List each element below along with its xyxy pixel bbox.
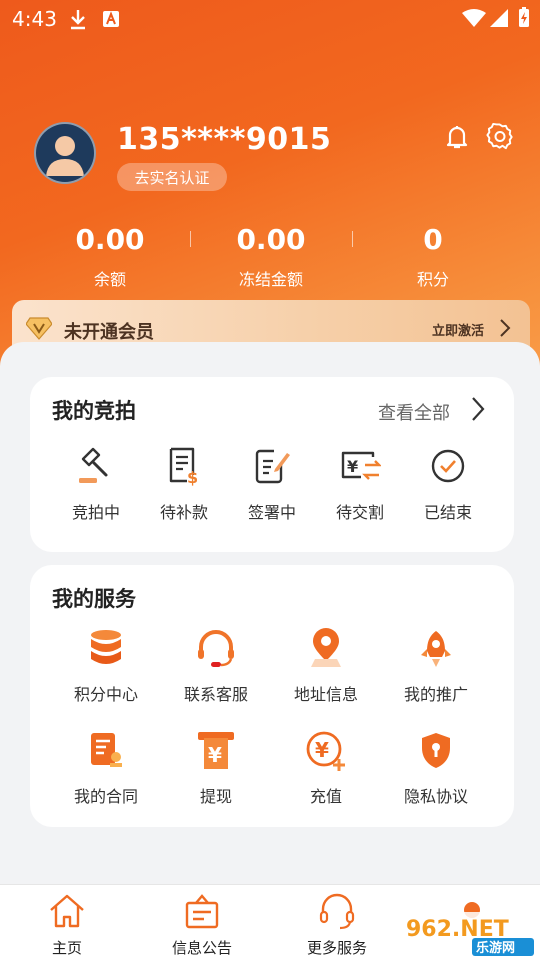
svg-text:$: $ xyxy=(187,468,198,487)
recharge-icon: ¥ xyxy=(306,731,345,771)
auction-ended[interactable]: 已结束 xyxy=(398,445,498,523)
contract-icon xyxy=(91,733,122,767)
content-sheet: 我的竞拍 查看全部 竞拍中 $ 待补款 签署中 ¥ 待交割 已结束 我的服务 积… xyxy=(0,342,540,902)
avatar[interactable] xyxy=(34,122,96,184)
auction-pending-payment[interactable]: $ 待补款 xyxy=(134,445,234,523)
status-time: 4:43 xyxy=(12,7,57,31)
my-services-card: 我的服务 积分中心 联系客服 地址信息 我的推广 我的合同 ¥ 提现 ¥ 充值 … xyxy=(30,565,514,827)
auction-bidding[interactable]: 竞拍中 xyxy=(46,445,146,523)
points-label: 积分 xyxy=(416,270,449,289)
bell-icon[interactable] xyxy=(442,122,472,152)
stat-frozen[interactable]: 0.00 冻结金额 xyxy=(191,222,351,290)
yen-exchange-icon: ¥ xyxy=(341,451,381,480)
signal-icon xyxy=(490,9,508,27)
auction-pending-payment-label: 待补款 xyxy=(159,503,208,522)
my-auctions-card: 我的竞拍 查看全部 竞拍中 $ 待补款 签署中 ¥ 待交割 已结束 xyxy=(30,377,514,552)
tab-announcements-label: 信息公告 xyxy=(171,939,232,957)
tab-more-services-label: 更多服务 xyxy=(306,939,367,957)
service-withdraw[interactable]: ¥ 提现 xyxy=(166,729,266,807)
notice-icon xyxy=(185,894,219,929)
chevron-right-icon xyxy=(500,319,511,337)
location-pin-icon xyxy=(311,628,341,667)
auction-bidding-label: 竞拍中 xyxy=(71,503,120,522)
battery-charging-icon xyxy=(519,7,529,27)
auction-ended-label: 已结束 xyxy=(423,503,472,522)
service-withdraw-label: 提现 xyxy=(199,787,232,806)
balance-label: 余额 xyxy=(93,270,126,289)
view-all-link[interactable]: 查看全部 xyxy=(378,399,450,425)
service-recharge-label: 充值 xyxy=(309,787,342,806)
watermark-sub: 乐游网 xyxy=(476,940,515,956)
wifi-icon xyxy=(462,9,486,27)
service-contracts[interactable]: 我的合同 xyxy=(56,729,156,807)
service-points-center-label: 积分中心 xyxy=(73,685,138,704)
activate-membership-link[interactable]: 立即激活 xyxy=(432,320,484,339)
check-circle-icon xyxy=(431,449,465,483)
profile-screen: 4:43 135****9015 去实名认证 0.00 余额 0.00 冻结金额… xyxy=(0,0,540,960)
stat-points[interactable]: 0 积分 xyxy=(353,222,513,290)
vip-diamond-icon xyxy=(26,317,52,340)
tab-home-label: 主页 xyxy=(51,939,82,957)
service-promotion-label: 我的推广 xyxy=(403,685,468,704)
headset-icon xyxy=(198,630,234,667)
auction-pending-delivery-label: 待交割 xyxy=(335,503,384,522)
tab-home[interactable]: 主页 xyxy=(17,891,117,958)
user-phone: 135****9015 xyxy=(117,122,332,157)
service-promotion[interactable]: 我的推广 xyxy=(386,627,486,705)
my-services-title: 我的服务 xyxy=(52,587,136,611)
headset-icon xyxy=(319,893,355,930)
service-contracts-label: 我的合同 xyxy=(73,787,138,806)
service-points-center[interactable]: 积分中心 xyxy=(56,627,156,705)
privacy-shield-icon xyxy=(422,733,450,768)
tab-announcements[interactable]: 信息公告 xyxy=(152,891,252,958)
home-icon xyxy=(50,894,84,928)
points-value: 0 xyxy=(423,223,443,256)
service-address-label: 地址信息 xyxy=(293,685,358,704)
gear-icon[interactable] xyxy=(485,122,515,152)
status-bar: 4:43 xyxy=(0,0,540,36)
rocket-icon xyxy=(421,631,451,667)
download-icon xyxy=(71,10,85,30)
user-avatar-icon xyxy=(46,136,84,176)
app-notification-icon xyxy=(103,11,119,27)
svg-text:¥: ¥ xyxy=(347,457,358,476)
svg-text:¥: ¥ xyxy=(208,743,222,767)
service-privacy-label: 隐私协议 xyxy=(403,787,468,806)
service-privacy[interactable]: 隐私协议 xyxy=(386,729,486,807)
verify-identity-button[interactable]: 去实名认证 xyxy=(117,163,227,191)
bill-dollar-icon: $ xyxy=(169,447,198,487)
auction-signing-label: 签署中 xyxy=(247,503,296,522)
frozen-value: 0.00 xyxy=(236,223,306,256)
database-icon xyxy=(91,630,121,664)
site-watermark: 962.NET 乐游网 xyxy=(402,902,536,956)
svg-text:¥: ¥ xyxy=(315,738,329,762)
sign-doc-icon xyxy=(255,449,290,484)
tab-more-services[interactable]: 更多服务 xyxy=(287,891,387,958)
frozen-label: 冻结金额 xyxy=(238,270,303,289)
service-recharge[interactable]: ¥ 充值 xyxy=(276,729,376,807)
auction-signing[interactable]: 签署中 xyxy=(222,445,322,523)
withdraw-icon: ¥ xyxy=(198,732,234,769)
my-auctions-title: 我的竞拍 xyxy=(52,399,136,423)
service-customer-support-label: 联系客服 xyxy=(183,685,248,704)
stat-balance[interactable]: 0.00 余额 xyxy=(30,222,190,290)
gavel-icon xyxy=(79,447,108,483)
service-address[interactable]: 地址信息 xyxy=(276,627,376,705)
chevron-right-icon[interactable] xyxy=(470,395,486,423)
membership-status: 未开通会员 xyxy=(64,322,154,343)
service-customer-support[interactable]: 联系客服 xyxy=(166,627,266,705)
balance-value: 0.00 xyxy=(75,223,145,256)
auction-pending-delivery[interactable]: ¥ 待交割 xyxy=(310,445,410,523)
